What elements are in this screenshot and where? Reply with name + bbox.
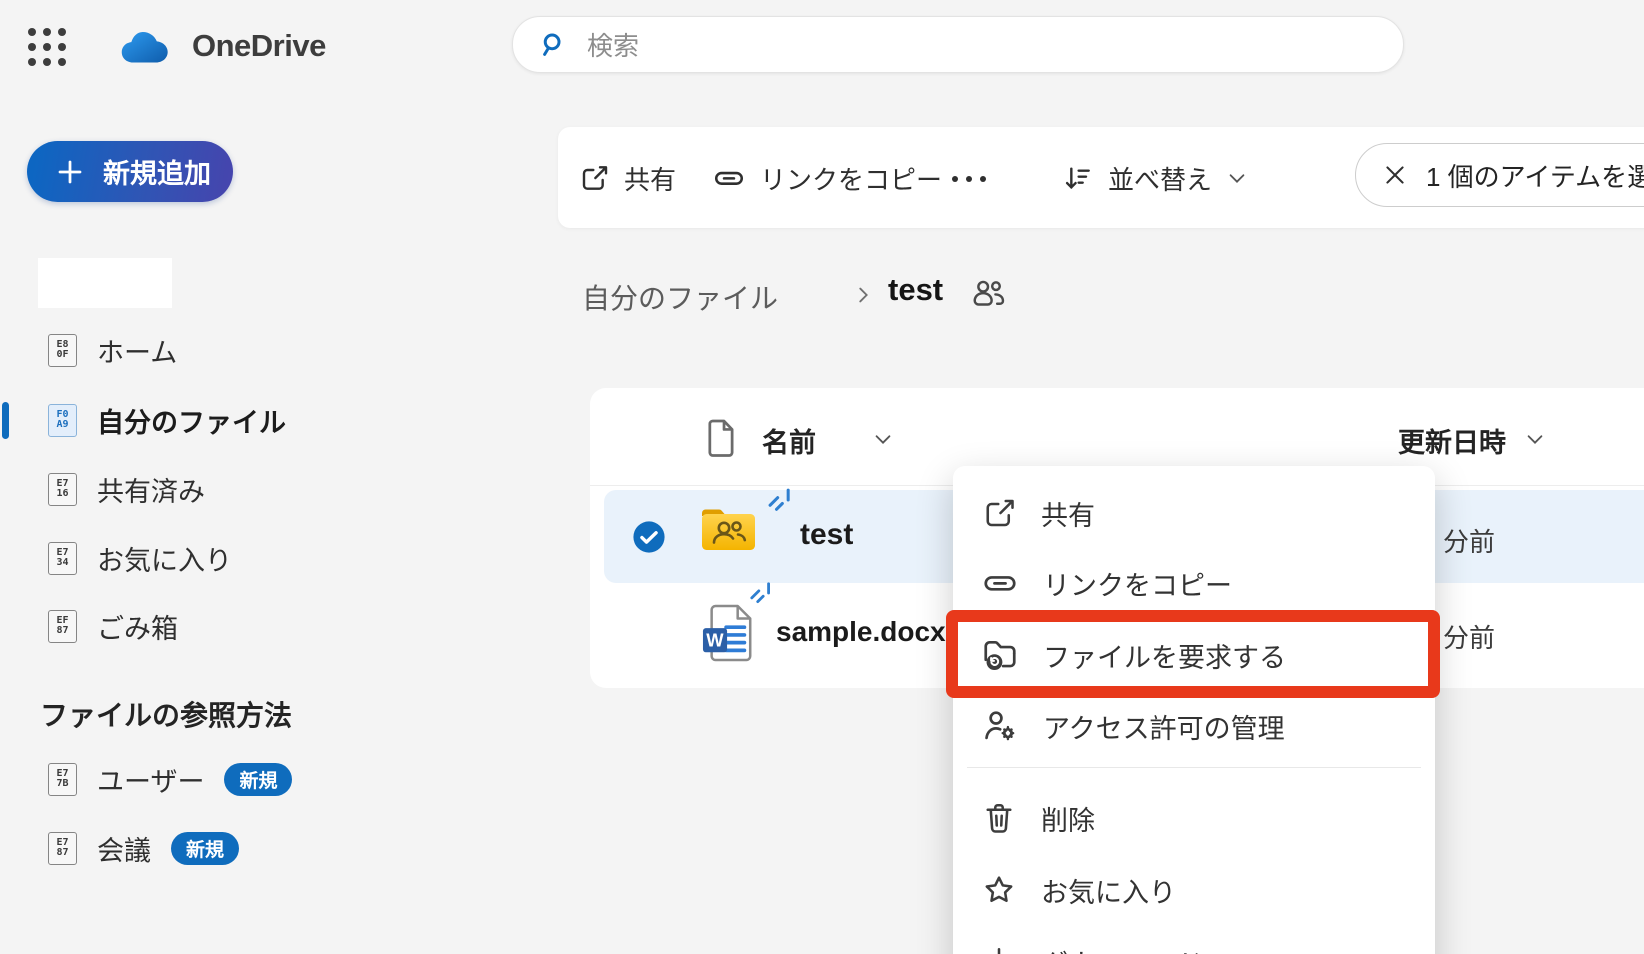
file-name-test[interactable]: test <box>800 518 853 552</box>
name-sort-chevron-icon[interactable] <box>872 428 894 450</box>
menu-item-download[interactable]: ダウンロード <box>953 934 1435 954</box>
sidebar-item-people[interactable]: E77B ユーザー 新規 <box>48 757 292 801</box>
sidebar-item-recycle-bin[interactable]: EF87 ごみ箱 <box>48 604 178 648</box>
plus-icon <box>55 157 85 187</box>
menu-item-copy-link[interactable]: リンクをコピー <box>953 555 1435 611</box>
new-badge: 新規 <box>171 832 239 865</box>
breadcrumb-current: test <box>888 272 943 308</box>
sidebar-item-meetings[interactable]: E787 会議 新規 <box>48 826 239 870</box>
share-button-label: 共有 <box>624 160 676 197</box>
onedrive-window: OneDrive 検索 共有 リンクをコピー <box>0 0 1644 954</box>
copy-link-button[interactable]: リンクをコピー <box>712 150 942 206</box>
clear-selection-icon[interactable] <box>1382 162 1408 188</box>
person-gear-icon <box>981 707 1019 745</box>
link-icon <box>981 564 1019 602</box>
recently-shared-indicator-icon <box>766 486 794 514</box>
selected-check-icon[interactable] <box>632 520 666 554</box>
favorites-icon: E734 <box>48 542 77 575</box>
modified-sort-chevron-icon[interactable] <box>1524 428 1546 450</box>
star-icon <box>981 872 1017 908</box>
folder-request-icon <box>981 636 1019 674</box>
sidebar-item-home[interactable]: E80F ホーム <box>48 328 177 372</box>
modified-value-row2: 分前 <box>1443 618 1495 655</box>
shared-folder-icon <box>698 502 758 556</box>
word-file-icon: W <box>702 602 756 664</box>
modified-column-header[interactable]: 更新日時 <box>1398 421 1506 460</box>
sidebar-item-my-files[interactable]: F0A9 自分のファイル <box>48 398 286 442</box>
link-icon <box>712 161 746 195</box>
file-name-sample-docx[interactable]: sample.docx <box>776 616 946 648</box>
sort-button[interactable]: 並べ替え <box>1062 150 1248 206</box>
search-placeholder: 検索 <box>587 26 639 63</box>
add-new-button[interactable]: 新規追加 <box>27 141 233 202</box>
sort-button-label: 並べ替え <box>1108 160 1212 197</box>
search-input[interactable]: 検索 <box>512 16 1404 73</box>
menu-item-manage-access[interactable]: アクセス許可の管理 <box>953 698 1435 754</box>
home-icon: E80F <box>48 334 77 367</box>
shared-icon: E716 <box>48 473 77 506</box>
copy-link-button-label: リンクをコピー <box>760 160 942 197</box>
name-column-header[interactable]: 名前 <box>762 421 816 460</box>
recycle-bin-icon: EF87 <box>48 610 77 643</box>
download-icon <box>981 944 1017 954</box>
more-actions-icon[interactable] <box>952 176 986 182</box>
breadcrumb-parent[interactable]: 自分のファイル <box>582 277 778 317</box>
sort-icon <box>1062 162 1094 194</box>
chevron-down-icon <box>1226 167 1248 189</box>
trash-icon <box>981 800 1017 836</box>
app-title: OneDrive <box>192 28 326 64</box>
sidebar-item-shared[interactable]: E716 共有済み <box>48 467 205 511</box>
file-type-column-icon <box>700 417 740 459</box>
share-button[interactable]: 共有 <box>578 150 676 206</box>
selected-nav-indicator <box>2 402 9 439</box>
app-launcher-icon[interactable] <box>24 24 70 70</box>
svg-text:W: W <box>706 630 724 651</box>
menu-item-share[interactable]: 共有 <box>953 485 1435 541</box>
sidebar-item-favorites[interactable]: E734 お気に入り <box>48 536 232 580</box>
recently-shared-indicator-icon <box>748 580 774 606</box>
share-icon <box>981 495 1017 531</box>
onedrive-logo-icon <box>118 26 178 66</box>
share-icon <box>578 162 610 194</box>
new-badge: 新規 <box>224 763 292 796</box>
menu-item-request-files[interactable]: ファイルを要求する <box>953 627 1435 683</box>
context-menu: 共有 リンクをコピー ファイルを要求する <box>953 466 1435 954</box>
people-nav-icon: E77B <box>48 763 77 796</box>
redacted-user-name <box>38 258 172 308</box>
modified-value-row1: 分前 <box>1443 522 1495 559</box>
selection-status-pill[interactable]: 1 個のアイテムを選択 <box>1355 143 1644 207</box>
add-new-label: 新規追加 <box>103 152 211 191</box>
breadcrumb-people-icon[interactable] <box>970 278 1008 310</box>
selection-status-text: 1 個のアイテムを選択 <box>1426 157 1644 194</box>
browse-files-section-title: ファイルの参照方法 <box>40 694 292 734</box>
menu-item-delete[interactable]: 削除 <box>953 790 1435 846</box>
search-icon <box>539 30 569 60</box>
menu-divider <box>967 767 1421 768</box>
menu-item-favorite[interactable]: お気に入り <box>953 862 1435 918</box>
meetings-nav-icon: E787 <box>48 832 77 865</box>
breadcrumb-chevron-icon <box>852 284 874 306</box>
my-files-icon: F0A9 <box>48 404 77 437</box>
